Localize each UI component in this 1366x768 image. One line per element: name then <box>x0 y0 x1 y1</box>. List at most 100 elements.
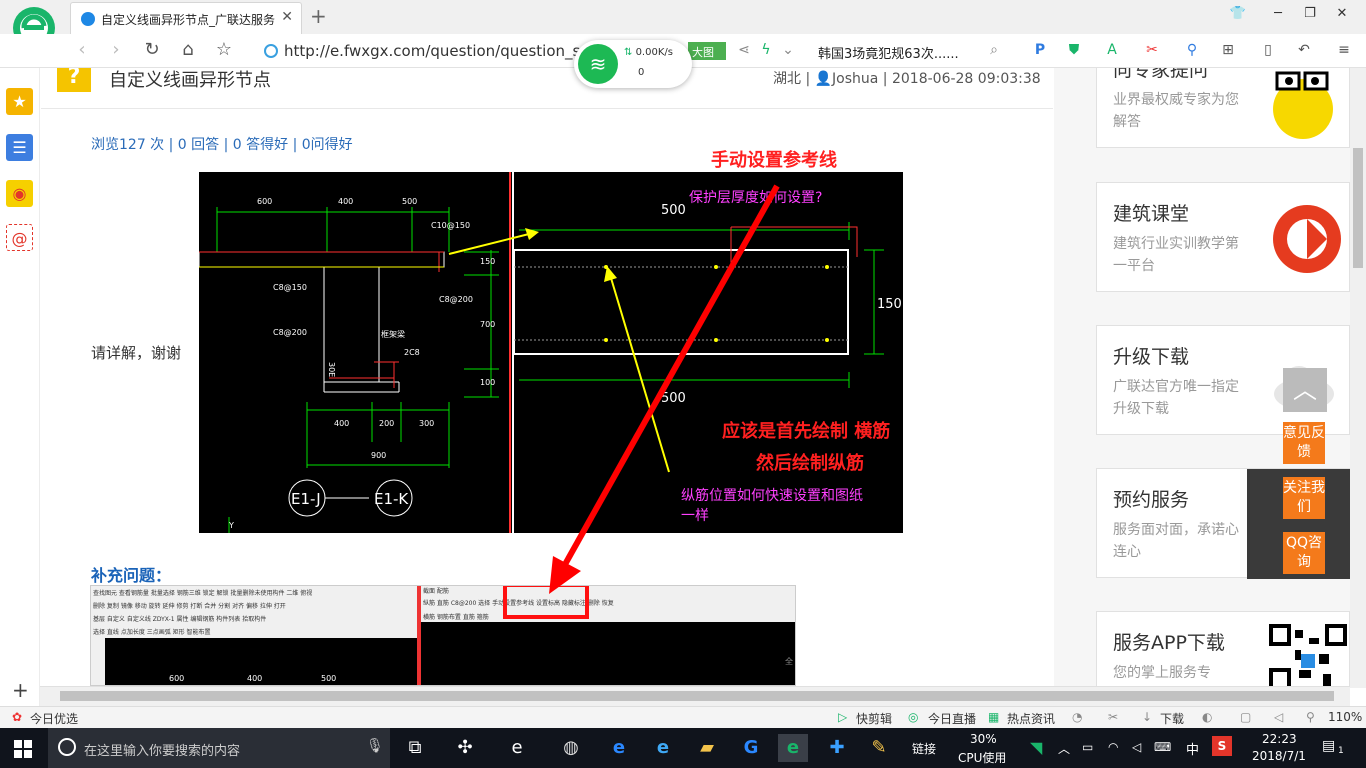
clean-icon[interactable]: ◐ <box>1202 710 1212 724</box>
notification-count: 1 <box>1338 746 1344 756</box>
card-title: 升级下载 <box>1113 346 1190 368</box>
network-tray-icon[interactable]: ◥ <box>1030 738 1042 757</box>
scroll-thumb[interactable] <box>60 691 1334 701</box>
undo-icon[interactable]: ↶ <box>1294 42 1314 58</box>
notes-app-icon[interactable]: ✎ <box>864 734 894 762</box>
chevron-up-icon[interactable]: ︿ <box>1058 740 1070 757</box>
new-tab-button[interactable]: + <box>310 4 327 28</box>
plus-app-icon[interactable]: ✚ <box>822 734 852 762</box>
task-view-icon[interactable]: ⧉ <box>400 734 430 762</box>
cpu-percent: 30% <box>970 732 997 746</box>
browser-taskbar-icon[interactable]: e <box>778 734 808 762</box>
extension-p-icon[interactable]: P <box>1030 42 1050 58</box>
supplement-heading: 补充问题： <box>91 566 172 585</box>
hot-news[interactable]: 热点资讯 <box>1007 710 1055 727</box>
back-button[interactable]: ‹ <box>70 39 94 60</box>
mute-icon[interactable]: ◁ <box>1274 710 1283 724</box>
site-favicon-icon <box>81 12 95 26</box>
wifi-tray-icon[interactable]: ◠ <box>1108 740 1118 754</box>
chevron-down-icon[interactable]: ⌄ <box>778 42 798 58</box>
edge-icon[interactable]: e <box>604 734 634 762</box>
apps-grid-icon[interactable]: ⊞ <box>1218 42 1238 58</box>
today-live[interactable]: 今日直播 <box>928 710 976 727</box>
clock-date[interactable]: 2018/7/1 <box>1252 749 1306 763</box>
link-label[interactable]: 链接 <box>912 740 936 757</box>
scroll-thumb[interactable] <box>1353 148 1363 268</box>
today-picks[interactable]: 今日优选 <box>30 710 78 727</box>
reading-list-icon[interactable]: ☰ <box>6 134 33 161</box>
zoom-icon: ⚲ <box>1306 710 1315 724</box>
add-sidebar-icon[interactable]: + <box>12 678 29 702</box>
internet-explorer-icon[interactable]: e <box>648 734 678 762</box>
secure-site-icon <box>264 44 278 58</box>
file-explorer-icon[interactable]: ▰ <box>692 734 722 762</box>
maximize-button[interactable]: ❐ <box>1300 6 1320 21</box>
card-title: 预约服务 <box>1113 489 1190 511</box>
vertical-scrollbar[interactable] <box>1350 68 1366 688</box>
favorites-star-icon[interactable]: ★ <box>6 88 33 115</box>
clip-icon: ▷ <box>838 710 848 724</box>
card-sub: 建筑行业实训教学第一平台 <box>1113 236 1239 274</box>
network-speed-widget[interactable]: ≋ ⇅ 0.00K/s 0 <box>574 40 692 88</box>
minimize-button[interactable]: ─ <box>1268 6 1288 21</box>
downloads[interactable]: 下载 <box>1160 710 1184 727</box>
browser-tab[interactable]: 自定义线画异形节点_广联达服务 ✕ <box>70 2 302 34</box>
ime-indicator[interactable]: 中 <box>1186 739 1199 758</box>
ie-app-icon[interactable]: e <box>502 734 532 762</box>
card-ask-expert[interactable]: 向专家提问 业界最权威专家为您解答 <box>1096 68 1350 148</box>
quick-clip[interactable]: 快剪辑 <box>856 710 892 727</box>
horizontal-scrollbar[interactable] <box>40 686 1350 706</box>
big-image-badge[interactable]: 大图 <box>688 42 726 60</box>
shield-icon[interactable]: ⛊ <box>1064 42 1084 58</box>
glodon-app-icon[interactable]: G <box>736 734 766 762</box>
home-button[interactable]: ⌂ <box>176 39 200 60</box>
tab-title: 自定义线画异形节点_广联达服务 <box>101 13 276 27</box>
qq-consult-button[interactable]: QQ咨询 <box>1283 532 1325 574</box>
net-speed: ⇅ 0.00K/s <box>624 47 673 58</box>
scissors-icon[interactable]: ✂ <box>1142 42 1162 58</box>
course-logo-icon <box>1273 205 1341 273</box>
reload-button[interactable]: ↻ <box>140 39 164 60</box>
weibo-icon[interactable]: ◉ <box>6 180 33 207</box>
bookmark-star-button[interactable]: ☆ <box>212 39 236 60</box>
forward-button[interactable]: › <box>104 39 128 60</box>
chrome-like-icon[interactable]: ◍ <box>556 734 586 762</box>
tools-icon[interactable]: ✂ <box>1108 710 1118 724</box>
news-ticker[interactable]: 韩国3场竟犯规63次...... <box>818 43 959 62</box>
card-sub: 服务面对面，承诺心连心 <box>1113 522 1239 560</box>
menu-icon[interactable]: ≡ <box>1334 42 1354 58</box>
volume-icon[interactable]: ◁ <box>1132 740 1141 754</box>
live-icon: ◎ <box>908 710 919 724</box>
notification-icon[interactable]: ▤ <box>1322 738 1335 754</box>
card-building-class[interactable]: 建筑课堂 建筑行业实训教学第一平台 <box>1096 182 1350 292</box>
card-title: 向专家提问 <box>1113 68 1209 81</box>
sogou-ime-icon[interactable]: S <box>1212 736 1232 756</box>
taskbar-search[interactable]: 在这里输入你要搜索的内容 🎙 <box>48 728 390 768</box>
translate-icon[interactable]: A <box>1102 42 1122 58</box>
net-count: 0 <box>638 67 645 78</box>
tab-close-icon[interactable]: ✕ <box>281 9 293 25</box>
feedback-button[interactable]: 意见反馈 <box>1283 422 1325 464</box>
card-sub: 业界最权威专家为您解答 <box>1113 92 1239 130</box>
clock-time[interactable]: 22:23 <box>1262 732 1297 746</box>
skin-icon[interactable]: 👕 <box>1228 6 1248 21</box>
window-icon[interactable]: ▢ <box>1240 710 1251 724</box>
windows-start-icon[interactable] <box>14 740 32 758</box>
battery-icon[interactable]: ▭ <box>1082 740 1093 754</box>
microphone-icon[interactable]: 🎙 <box>366 738 384 754</box>
back-to-top-button[interactable]: ︿ <box>1283 368 1327 412</box>
close-window-button[interactable]: ✕ <box>1332 6 1352 21</box>
windows-taskbar: 在这里输入你要搜索的内容 🎙 ⧉ ✣ e ◍ e e ▰ G e ✚ ✎ 链接 … <box>0 728 1366 768</box>
share-icon[interactable]: ⋖ <box>734 42 754 58</box>
fan-app-icon[interactable]: ✣ <box>450 734 480 762</box>
lightning-icon[interactable]: ϟ <box>756 42 776 58</box>
email-icon[interactable]: @ <box>6 224 33 251</box>
search-icon[interactable]: ⌕ <box>984 42 1004 58</box>
keyboard-icon[interactable]: ⌨ <box>1154 740 1171 754</box>
speed-icon[interactable]: ◔ <box>1072 710 1082 724</box>
phone-icon[interactable]: ▯ <box>1258 42 1278 58</box>
magnifier-icon[interactable]: ⚲ <box>1182 42 1202 58</box>
card-app-download[interactable]: 服务APP下载 您的掌上服务专 <box>1096 611 1350 686</box>
zoom-level[interactable]: 110% <box>1328 710 1362 724</box>
follow-us-button[interactable]: 关注我们 <box>1283 477 1325 519</box>
